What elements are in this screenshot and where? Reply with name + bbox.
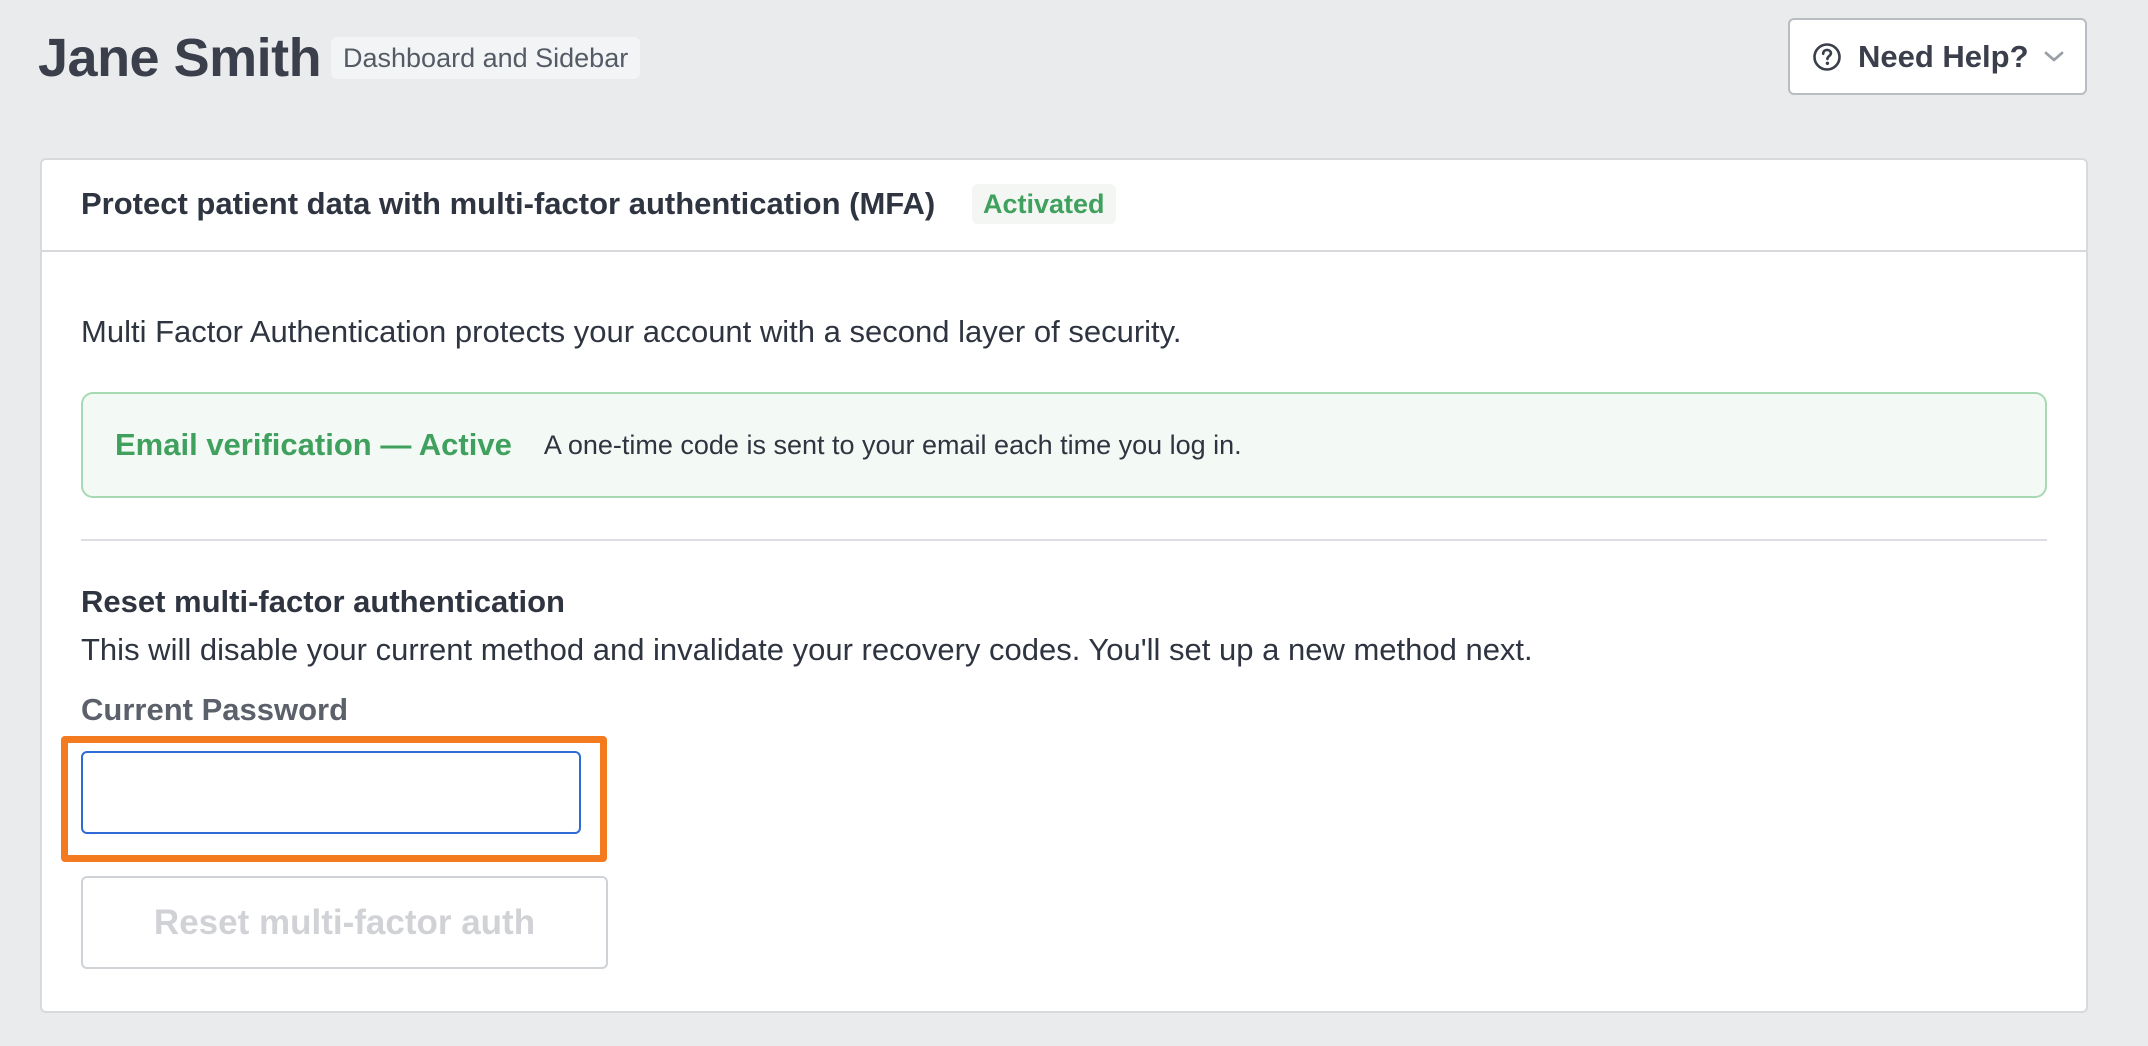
reset-mfa-button[interactable]: Reset multi-factor auth: [81, 876, 608, 969]
mfa-card-header: Protect patient data with multi-factor a…: [42, 160, 2086, 252]
need-help-label: Need Help?: [1858, 38, 2029, 74]
page-title: Jane Smith: [38, 28, 322, 88]
active-method-box: Email verification — Active A one-time c…: [81, 392, 2047, 498]
mfa-intro-text: Multi Factor Authentication protects you…: [81, 314, 1182, 349]
question-circle-icon: [1812, 42, 1842, 72]
context-badge: Dashboard and Sidebar: [331, 37, 641, 79]
reset-mfa-description: This will disable your current method an…: [81, 632, 1533, 667]
need-help-button[interactable]: Need Help?: [1788, 18, 2087, 95]
current-password-input[interactable]: [81, 751, 581, 834]
active-method-description: A one-time code is sent to your email ea…: [543, 429, 1242, 460]
reset-mfa-heading: Reset multi-factor authentication: [81, 584, 565, 619]
chevron-down-icon: [2043, 50, 2065, 64]
section-divider: [81, 539, 2047, 541]
active-method-label: Email verification — Active: [115, 427, 512, 462]
mfa-card-title: Protect patient data with multi-factor a…: [81, 186, 936, 221]
current-password-label: Current Password: [81, 692, 349, 727]
mfa-card: Protect patient data with multi-factor a…: [40, 158, 2088, 1013]
mfa-status-badge: Activated: [972, 184, 1116, 224]
